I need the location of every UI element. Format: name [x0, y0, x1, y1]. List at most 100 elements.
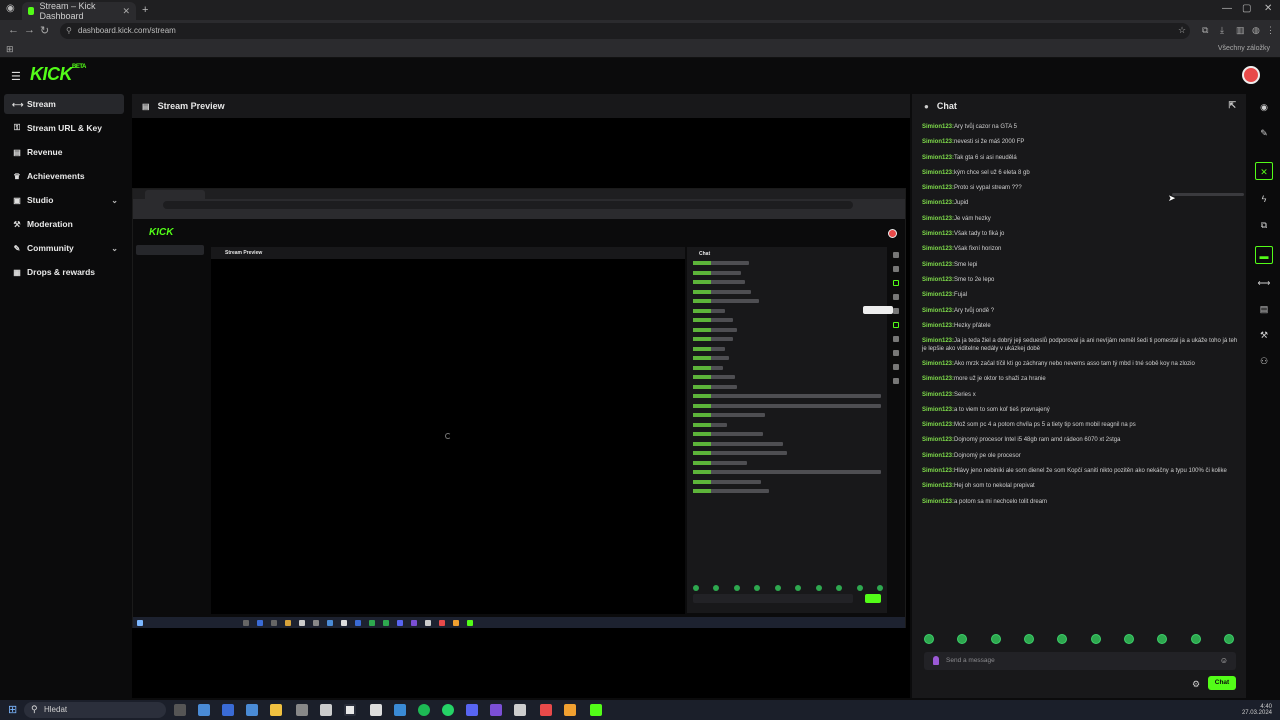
chat-username[interactable]: Simion123:: [922, 292, 954, 298]
sidebar-item-stream-url-key[interactable]: ⚿ Stream URL & Key: [4, 118, 124, 138]
obs-icon[interactable]: [540, 704, 552, 716]
emote-icon[interactable]: [1123, 634, 1134, 644]
chat-scrollbar[interactable]: [1172, 193, 1244, 196]
chat-username[interactable]: Simion123:: [922, 392, 954, 398]
task-view-icon[interactable]: [174, 704, 186, 716]
popout-icon[interactable]: ⇱: [1228, 100, 1236, 111]
app-icon[interactable]: [370, 704, 382, 716]
chrome-icon[interactable]: [344, 704, 356, 716]
chat-username[interactable]: Simion123:: [922, 499, 954, 505]
emote-icon[interactable]: [1090, 634, 1101, 644]
widgets-icon[interactable]: [198, 704, 210, 716]
sidebar-item-community[interactable]: ✎ Community ⌄: [4, 238, 124, 258]
chat-username[interactable]: Simion123:: [922, 407, 954, 413]
edge-icon[interactable]: [394, 704, 406, 716]
emote-icon[interactable]: [924, 634, 934, 644]
whatsapp-icon[interactable]: [442, 704, 454, 716]
chat-username[interactable]: Simion123:: [922, 139, 954, 145]
chat-username[interactable]: Simion123:: [922, 338, 954, 344]
chat-username[interactable]: Simion123:: [922, 323, 954, 329]
sidebar-item-revenue[interactable]: ▤ Revenue: [4, 142, 124, 162]
edit-icon[interactable]: ✎: [1255, 124, 1273, 142]
browser-menu-icon[interactable]: ◉: [6, 3, 15, 14]
chat-message-input[interactable]: Send a message ☺: [924, 652, 1236, 670]
app-icon[interactable]: [320, 704, 332, 716]
bookmark-star-icon[interactable]: ☆: [1178, 25, 1186, 36]
sidebar-toggle-icon[interactable]: ▥: [1236, 25, 1245, 36]
chat-username[interactable]: Simion123:: [922, 231, 954, 237]
chat-settings-gear-icon[interactable]: ⚙: [1192, 679, 1200, 690]
app-icon[interactable]: [296, 704, 308, 716]
chat-message-list[interactable]: Simion123:Ary tvůj cazor na GTA 5 Simion1…: [922, 124, 1240, 514]
chat-username[interactable]: Simion123:: [922, 185, 954, 191]
emote-icon[interactable]: [1190, 634, 1201, 644]
target-icon[interactable]: ◉: [1255, 98, 1273, 116]
file-explorer-icon[interactable]: [270, 704, 282, 716]
chat-username[interactable]: Simion123:: [922, 422, 954, 428]
chat-username[interactable]: Simion123:: [922, 483, 954, 489]
emote-icon[interactable]: [1223, 634, 1234, 644]
sidebar-item-stream[interactable]: ⟷ Stream: [4, 94, 124, 114]
spotify-icon[interactable]: [418, 704, 430, 716]
document-icon[interactable]: ▤: [1255, 300, 1273, 318]
app-icon[interactable]: [514, 704, 526, 716]
profile-icon[interactable]: ◍: [1252, 25, 1260, 36]
send-chat-button[interactable]: Chat: [1208, 676, 1236, 690]
emote-icon[interactable]: [957, 634, 968, 644]
chat-username[interactable]: Simion123:: [922, 216, 954, 222]
mail-icon[interactable]: [246, 704, 258, 716]
browser-more-icon[interactable]: ⋮: [1266, 25, 1275, 36]
sidebar-item-studio[interactable]: ▣ Studio ⌄: [4, 190, 124, 210]
reload-icon[interactable]: ↻: [40, 24, 49, 37]
chat-username[interactable]: Simion123:: [922, 453, 954, 459]
taskbar-search[interactable]: ⚲ Hledat: [24, 702, 166, 718]
chat-username[interactable]: Simion123:: [922, 262, 954, 268]
chat-username[interactable]: Simion123:: [922, 200, 954, 206]
discord-icon[interactable]: [466, 704, 478, 716]
sidebar-item-moderation[interactable]: ⚒ Moderation: [4, 214, 124, 234]
sidebar-item-achievements[interactable]: ♛ Achievements: [4, 166, 124, 186]
teams-icon[interactable]: [222, 704, 234, 716]
maximize-icon[interactable]: ▢: [1242, 3, 1251, 14]
chat-username[interactable]: Simion123:: [922, 468, 954, 474]
close-tab-icon[interactable]: ✕: [122, 6, 130, 17]
visual-studio-icon[interactable]: [490, 704, 502, 716]
forward-icon[interactable]: →: [24, 24, 35, 36]
chat-username[interactable]: Simion123:: [922, 170, 954, 176]
chat-username[interactable]: Simion123:: [922, 308, 954, 314]
lightning-icon[interactable]: ϟ: [1255, 190, 1273, 208]
new-tab-button[interactable]: +: [142, 4, 148, 16]
chat-username[interactable]: Simion123:: [922, 155, 954, 161]
emote-icon[interactable]: [1057, 634, 1068, 644]
download-icon[interactable]: ⤓: [1220, 25, 1224, 36]
user-avatar[interactable]: [1242, 66, 1260, 84]
users-icon[interactable]: ⚇: [1255, 352, 1273, 370]
tools-icon[interactable]: ⚒: [1255, 326, 1273, 344]
menu-icon[interactable]: ☰: [11, 70, 21, 83]
address-bar[interactable]: ⚲ dashboard.kick.com/stream: [60, 23, 1190, 39]
apps-grid-icon[interactable]: ⊞: [6, 44, 14, 55]
browser-tab[interactable]: Stream – Kick Dashboard ✕: [22, 1, 136, 21]
app-icon[interactable]: [564, 704, 576, 716]
chat-username[interactable]: Simion123:: [922, 361, 954, 367]
minimize-icon[interactable]: —: [1222, 3, 1232, 14]
extensions-icon[interactable]: ⧉: [1202, 25, 1208, 36]
close-panel-icon[interactable]: ✕: [1255, 162, 1273, 180]
emote-icon[interactable]: [1157, 634, 1168, 644]
all-bookmarks-link[interactable]: Všechny záložky: [1218, 45, 1270, 52]
chat-username[interactable]: Simion123:: [922, 124, 954, 130]
chat-toggle-icon[interactable]: ▬: [1255, 246, 1273, 264]
system-clock[interactable]: 4:40 27.03.2024: [1242, 704, 1272, 716]
sidebar-item-drops-rewards[interactable]: ▦ Drops & rewards: [4, 262, 124, 282]
chat-username[interactable]: Simion123:: [922, 246, 954, 252]
expand-icon[interactable]: ⟷: [1255, 274, 1273, 292]
kick-logo[interactable]: KICKBETA: [30, 64, 86, 85]
windows-start-icon[interactable]: ⊞: [8, 703, 17, 716]
chat-username[interactable]: Simion123:: [922, 376, 954, 382]
close-window-icon[interactable]: ✕: [1264, 3, 1272, 14]
chat-username[interactable]: Simion123:: [922, 437, 954, 443]
emote-icon[interactable]: [990, 634, 1001, 644]
emote-icon[interactable]: [1023, 634, 1034, 644]
chat-username[interactable]: Simion123:: [922, 277, 954, 283]
kick-app-icon[interactable]: [590, 704, 602, 716]
